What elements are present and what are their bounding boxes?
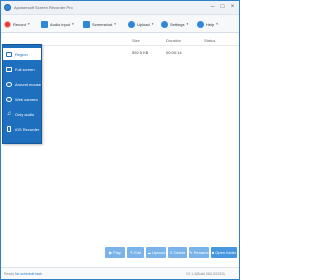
chevron-down-icon: ▾: [27, 22, 30, 26]
window-title: Apowersoft Screen Recorder Pro: [14, 5, 73, 10]
chevron-down-icon: ▾: [151, 22, 154, 26]
play-icon: ▶: [109, 250, 113, 255]
help-label: Help: [206, 21, 215, 27]
rename-icon: ✎: [189, 250, 193, 255]
screenshot-label: Screenshot: [92, 21, 113, 27]
gear-icon: [161, 20, 168, 28]
menu-item-full-screen[interactable]: Full screen: [3, 63, 41, 75]
version-text: V2.1.3(Build 08/13/2015): [186, 272, 225, 276]
menu-item-region[interactable]: Region: [3, 48, 41, 60]
minimize-icon[interactable]: –: [208, 3, 217, 12]
settings-button[interactable]: Settings ▾: [161, 19, 188, 29]
play-button[interactable]: ▶ Play: [105, 247, 125, 258]
record-label: Record: [13, 21, 26, 27]
mouse-area-icon: [6, 81, 12, 87]
record-icon: [4, 20, 11, 28]
camera-icon: [83, 20, 90, 28]
screenshot-button[interactable]: Screenshot ▾: [83, 19, 116, 29]
delete-label: Delete: [173, 250, 186, 255]
column-size[interactable]: Size: [132, 38, 140, 43]
app-window: Apowersoft Screen Recorder Pro – □ × Rec…: [0, 0, 240, 280]
chevron-down-icon: ▾: [216, 22, 218, 26]
webcam-icon: [6, 96, 12, 102]
help-icon: [197, 20, 204, 28]
edit-label: Edit: [134, 250, 142, 255]
row-duration: 00:00:14: [166, 50, 182, 55]
close-icon[interactable]: ×: [228, 3, 237, 12]
chevron-down-icon: ▾: [186, 22, 189, 26]
settings-label: Settings: [170, 21, 185, 27]
open-folder-label: Open folder: [215, 250, 237, 255]
monitor-icon: [6, 66, 12, 72]
status-text: Ready: [4, 272, 15, 276]
maximize-icon[interactable]: □: [218, 3, 227, 12]
microphone-icon: [41, 20, 48, 28]
menu-item-only-audio[interactable]: ♫ Only audio: [3, 108, 41, 120]
edit-button[interactable]: ✎ Edit: [127, 247, 144, 258]
menu-item-label: Only audio: [15, 111, 35, 117]
upload-menu-label: Upload: [137, 21, 150, 27]
menu-item-label: Web camera: [15, 96, 38, 102]
menu-item-label: Full screen: [15, 66, 35, 72]
menu-item-label: Region: [15, 51, 28, 57]
app-logo-icon: [4, 4, 11, 11]
audio-input-label: Audio input: [50, 21, 71, 27]
upload-menu-button[interactable]: Upload ▾: [128, 19, 153, 29]
menu-item-around-mouse[interactable]: Around mouse: [3, 78, 41, 90]
help-button[interactable]: Help ▾: [197, 19, 218, 29]
chevron-down-icon: ▾: [72, 22, 74, 26]
status-bar: Ready No schedule task V2.1.3(Build 08/1…: [1, 267, 239, 279]
column-status[interactable]: Status: [204, 38, 215, 43]
rename-button[interactable]: ✎ Rename: [189, 247, 209, 258]
menu-item-ios-recorder[interactable]: iOS Recorder: [3, 123, 41, 135]
chevron-down-icon: ▾: [114, 22, 116, 26]
menu-item-label: iOS Recorder: [15, 126, 40, 132]
schedule-task-link[interactable]: No schedule task: [15, 272, 42, 276]
play-label: Play: [113, 250, 121, 255]
edit-icon: ✎: [129, 250, 134, 255]
delete-button[interactable]: ✕ Delete: [168, 247, 187, 258]
cloud-upload-icon: ☁: [147, 250, 152, 255]
record-button[interactable]: Record ▾: [4, 19, 30, 29]
row-size: 592.5 KB: [132, 50, 149, 55]
upload-button[interactable]: ☁ Upload: [146, 247, 166, 258]
menu-item-label: Around mouse: [15, 81, 42, 87]
upload-label: Upload: [152, 250, 165, 255]
action-bar: ▶ Play ✎ Edit ☁ Upload ✕ Delete ✎ Rename…: [1, 247, 239, 261]
phone-icon: [7, 126, 11, 132]
menu-item-web-camera[interactable]: Web camera: [3, 93, 41, 105]
record-dropdown-menu: Region Full screen Around mouse Web came…: [2, 44, 42, 144]
audio-input-button[interactable]: Audio input ▾: [41, 19, 74, 29]
music-note-icon: ♫: [6, 110, 12, 117]
column-duration[interactable]: Duration: [166, 38, 181, 43]
trash-icon: ✕: [169, 250, 173, 255]
folder-icon: ■: [211, 250, 215, 255]
open-folder-button[interactable]: ■ Open folder: [211, 247, 237, 258]
toolbar: Record ▾ Audio input ▾ Screenshot ▾ Uplo…: [1, 15, 239, 33]
title-bar: Apowersoft Screen Recorder Pro – □ ×: [1, 1, 239, 15]
rename-label: Rename: [193, 250, 209, 255]
cloud-upload-icon: [128, 20, 135, 28]
region-icon: [6, 51, 12, 57]
